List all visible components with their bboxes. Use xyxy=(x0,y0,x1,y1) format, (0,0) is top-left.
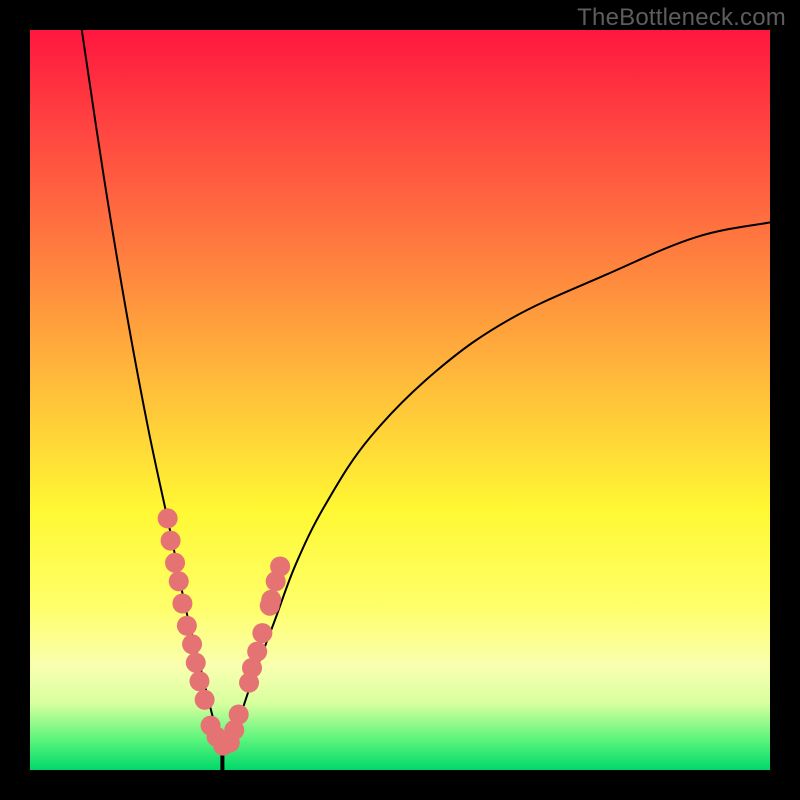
sample-dot xyxy=(229,705,249,725)
plot-area xyxy=(30,30,770,770)
sample-dot xyxy=(189,671,209,691)
sample-dot xyxy=(247,642,267,662)
sample-dot xyxy=(177,616,197,636)
watermark-label: TheBottleneck.com xyxy=(577,4,786,32)
sample-dot xyxy=(195,690,215,710)
sample-dot xyxy=(169,571,189,591)
sample-dot xyxy=(165,553,185,573)
sample-dot xyxy=(261,590,281,610)
curve-svg xyxy=(30,30,770,770)
sample-dot xyxy=(158,508,178,528)
sample-dot xyxy=(270,557,290,577)
sample-dots-group xyxy=(158,508,290,755)
sample-dot xyxy=(252,623,272,643)
chart-frame: TheBottleneck.com xyxy=(0,0,800,800)
sample-dot xyxy=(172,594,192,614)
sample-dot xyxy=(161,531,181,551)
sample-dot xyxy=(186,653,206,673)
sample-dot xyxy=(182,634,202,654)
